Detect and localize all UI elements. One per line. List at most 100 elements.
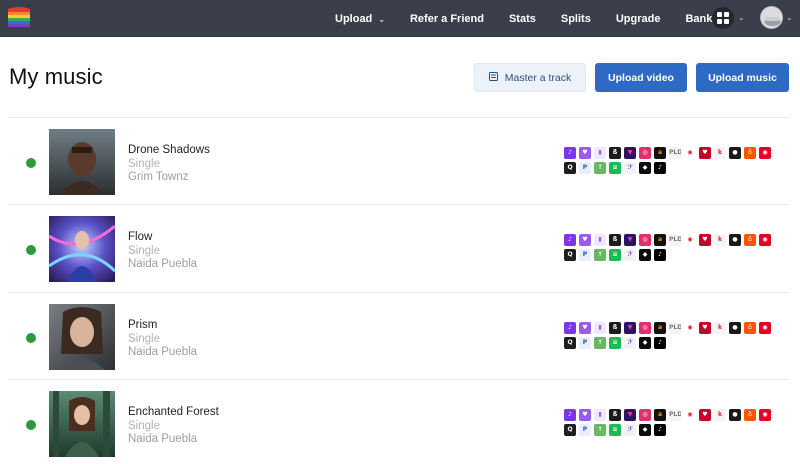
soundcloud-icon[interactable]: ♁ <box>744 234 756 246</box>
track-title[interactable]: Drone Shadows <box>128 144 210 156</box>
pld-icon[interactable]: PLD <box>669 147 681 159</box>
netease-icon[interactable]: ◉ <box>759 234 771 246</box>
napster-icon[interactable]: ♥ <box>579 234 591 246</box>
audiomack-icon[interactable]: ● <box>729 234 741 246</box>
netease-icon[interactable]: ◉ <box>759 322 771 334</box>
apple-music-icon[interactable]: ♪ <box>564 234 576 246</box>
napster-icon[interactable]: ♥ <box>579 322 591 334</box>
napster-icon[interactable]: ♥ <box>579 409 591 421</box>
track-row[interactable]: Drone Shadows Single Grim Townz ♪ ♥ ▮ ß ▼ ◎ a P… <box>9 118 789 204</box>
amazon-icon[interactable]: a <box>654 409 666 421</box>
iheart-icon[interactable]: ♥ <box>699 147 711 159</box>
beatport-icon[interactable]: ß <box>609 322 621 334</box>
amazon-icon[interactable]: a <box>654 234 666 246</box>
deezer-icon[interactable]: ▮ <box>594 322 606 334</box>
napster-icon[interactable]: ♥ <box>579 147 591 159</box>
tidal-icon[interactable]: ◆ <box>639 249 651 261</box>
track-row[interactable]: Prism Single Naida Puebla ♪ ♥ ▮ ß ▼ ◎ a PLD ◉ ♥ k ●… <box>9 293 789 379</box>
nav-splits[interactable]: Splits <box>561 13 591 25</box>
audiomack-icon[interactable]: ● <box>729 147 741 159</box>
apple-music-icon[interactable]: ♪ <box>564 409 576 421</box>
kkbox-icon[interactable]: k <box>714 234 726 246</box>
tiktok-icon[interactable]: ♪ <box>654 249 666 261</box>
target-icon[interactable]: ◉ <box>684 409 696 421</box>
iheart-icon[interactable]: ♥ <box>699 322 711 334</box>
upload-icon[interactable]: ↑ <box>594 337 606 349</box>
user-avatar[interactable] <box>760 6 783 29</box>
amazon-icon[interactable]: a <box>654 147 666 159</box>
anghami-icon[interactable]: ℱ <box>624 337 636 349</box>
master-a-track-button[interactable]: Master a track <box>474 63 586 92</box>
beatport-icon[interactable]: ß <box>609 147 621 159</box>
nav-bank[interactable]: Bank <box>685 13 712 25</box>
tidal-icon[interactable]: ◆ <box>639 337 651 349</box>
deezer-icon[interactable]: ▮ <box>594 147 606 159</box>
track-cover-image[interactable] <box>49 391 115 457</box>
soundcloud-icon[interactable]: ♁ <box>744 409 756 421</box>
track-title[interactable]: Flow <box>128 231 152 243</box>
tidal-icon[interactable]: ◆ <box>639 424 651 436</box>
claro-icon[interactable]: ▼ <box>624 322 636 334</box>
claro-icon[interactable]: ▼ <box>624 409 636 421</box>
tiktok-icon[interactable]: ♪ <box>654 424 666 436</box>
instagram-icon[interactable]: ◎ <box>639 322 651 334</box>
anghami-icon[interactable]: ℱ <box>624 424 636 436</box>
target-icon[interactable]: ◉ <box>684 322 696 334</box>
pandora-icon[interactable]: P <box>579 162 591 174</box>
pandora-icon[interactable]: P <box>579 249 591 261</box>
track-title[interactable]: Enchanted Forest <box>128 406 219 418</box>
anghami-icon[interactable]: ℱ <box>624 249 636 261</box>
spotify-icon[interactable]: ≋ <box>609 249 621 261</box>
qobuz-icon[interactable]: Q <box>564 337 576 349</box>
track-cover-image[interactable] <box>49 129 115 195</box>
upload-music-button[interactable]: Upload music <box>696 63 789 92</box>
apple-music-icon[interactable]: ♪ <box>564 147 576 159</box>
track-row[interactable]: Enchanted Forest Single Naida Puebla ♪ ♥ ▮… <box>9 380 789 464</box>
claro-icon[interactable]: ▼ <box>624 147 636 159</box>
pandora-icon[interactable]: P <box>579 337 591 349</box>
qobuz-icon[interactable]: Q <box>564 162 576 174</box>
pld-icon[interactable]: PLD <box>669 322 681 334</box>
instagram-icon[interactable]: ◎ <box>639 147 651 159</box>
tidal-icon[interactable]: ◆ <box>639 162 651 174</box>
beatport-icon[interactable]: ß <box>609 409 621 421</box>
pld-icon[interactable]: PLD <box>669 409 681 421</box>
track-cover-image[interactable] <box>49 216 115 282</box>
pandora-icon[interactable]: P <box>579 424 591 436</box>
nav-refer-a-friend[interactable]: Refer a Friend <box>410 13 484 25</box>
upload-icon[interactable]: ↑ <box>594 249 606 261</box>
kkbox-icon[interactable]: k <box>714 322 726 334</box>
kkbox-icon[interactable]: k <box>714 409 726 421</box>
chevron-down-icon[interactable]: ⌄ <box>786 13 793 22</box>
target-icon[interactable]: ◉ <box>684 147 696 159</box>
tiktok-icon[interactable]: ♪ <box>654 337 666 349</box>
rainbow-logo[interactable] <box>8 6 30 30</box>
instagram-icon[interactable]: ◎ <box>639 409 651 421</box>
upload-icon[interactable]: ↑ <box>594 162 606 174</box>
track-row[interactable]: Flow Single Naida Puebla ♪ ♥ ▮ ß ▼ ◎ a PLD ◉ ♥ k ● ♁… <box>9 205 789 291</box>
instagram-icon[interactable]: ◎ <box>639 234 651 246</box>
amazon-icon[interactable]: a <box>654 322 666 334</box>
chevron-down-icon[interactable]: ⌄ <box>738 13 745 22</box>
upload-video-button[interactable]: Upload video <box>595 63 687 92</box>
soundcloud-icon[interactable]: ♁ <box>744 322 756 334</box>
netease-icon[interactable]: ◉ <box>759 409 771 421</box>
nav-upload[interactable]: Upload ⌄ <box>335 13 385 25</box>
apple-music-icon[interactable]: ♪ <box>564 322 576 334</box>
claro-icon[interactable]: ▼ <box>624 234 636 246</box>
beatport-icon[interactable]: ß <box>609 234 621 246</box>
target-icon[interactable]: ◉ <box>684 234 696 246</box>
anghami-icon[interactable]: ℱ <box>624 162 636 174</box>
audiomack-icon[interactable]: ● <box>729 409 741 421</box>
soundcloud-icon[interactable]: ♁ <box>744 147 756 159</box>
qobuz-icon[interactable]: Q <box>564 249 576 261</box>
tiktok-icon[interactable]: ♪ <box>654 162 666 174</box>
audiomack-icon[interactable]: ● <box>729 322 741 334</box>
spotify-icon[interactable]: ≋ <box>609 424 621 436</box>
qobuz-icon[interactable]: Q <box>564 424 576 436</box>
iheart-icon[interactable]: ♥ <box>699 409 711 421</box>
netease-icon[interactable]: ◉ <box>759 147 771 159</box>
spotify-icon[interactable]: ≋ <box>609 162 621 174</box>
track-title[interactable]: Prism <box>128 319 157 331</box>
nav-upgrade[interactable]: Upgrade <box>616 13 661 25</box>
